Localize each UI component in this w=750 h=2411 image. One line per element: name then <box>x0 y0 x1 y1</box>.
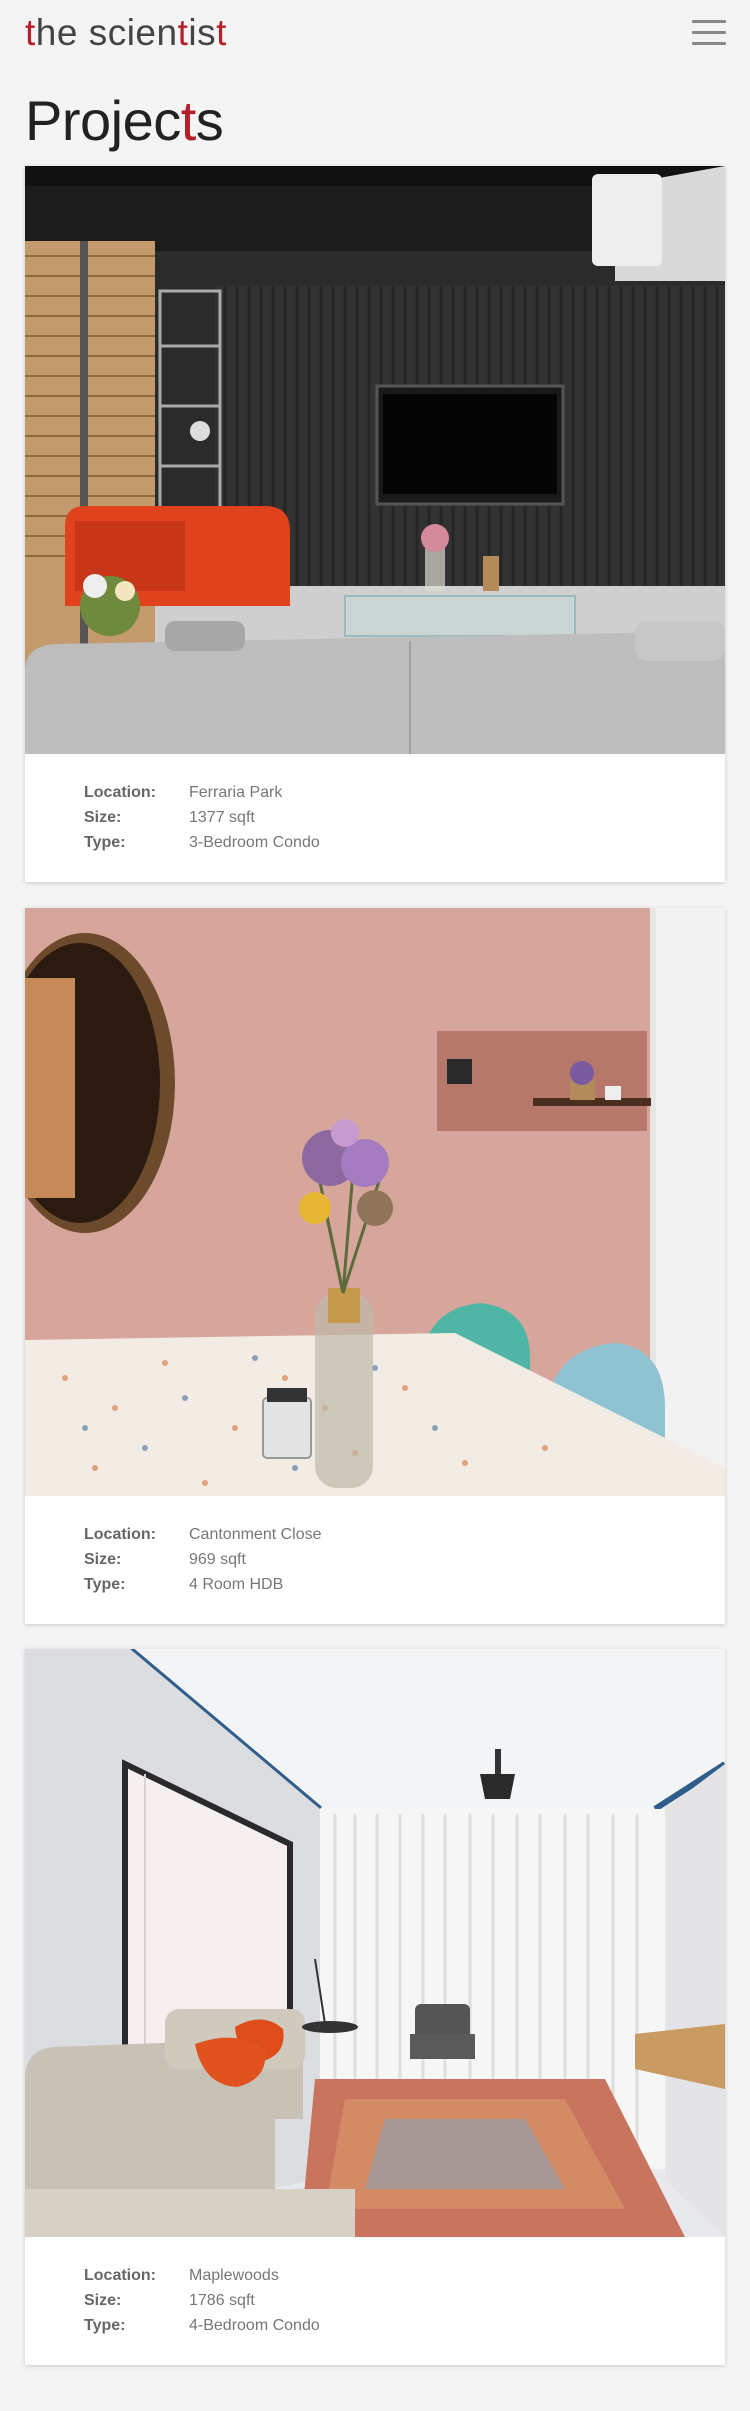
site-logo[interactable]: the scientist <box>25 12 227 54</box>
location-row: Location: Ferraria Park <box>84 780 725 805</box>
location-label: Location: <box>84 2267 156 2284</box>
size-label: Size: <box>84 2292 122 2309</box>
size-label: Size: <box>84 1551 122 1568</box>
project-card[interactable]: Location: Cantonment Close Size: 969 sqft … <box>25 908 725 1624</box>
size-label: Size: <box>84 809 122 826</box>
location-label: Location: <box>84 784 156 801</box>
project-photo-living-room-bright[interactable] <box>25 1649 725 2237</box>
size-value: 1377 sqft <box>189 809 255 826</box>
location-value: Cantonment Close <box>189 1526 322 1543</box>
project-photo-dining[interactable] <box>25 908 725 1496</box>
type-label: Type: <box>84 2317 126 2334</box>
location-label: Location: <box>84 1526 156 1543</box>
type-row: Type: 3-Bedroom Condo <box>84 830 725 855</box>
site-header: the scientist <box>0 0 750 80</box>
location-row: Location: Cantonment Close <box>84 1522 725 1547</box>
project-card[interactable]: Location: Ferraria Park Size: 1377 sqft Ty… <box>25 166 725 882</box>
logo-text: is <box>188 12 217 53</box>
type-label: Type: <box>84 1576 126 1593</box>
logo-text: he scien <box>35 12 178 53</box>
project-card[interactable]: Location: Maplewoods Size: 1786 sqft Type:… <box>25 1649 725 2365</box>
size-value: 1786 sqft <box>189 2292 255 2309</box>
project-photo-living-room[interactable] <box>25 166 725 754</box>
project-info: Location: Ferraria Park Size: 1377 sqft Ty… <box>25 754 725 882</box>
project-info: Location: Maplewoods Size: 1786 sqft Type:… <box>25 2237 725 2365</box>
location-row: Location: Maplewoods <box>84 2263 725 2288</box>
size-row: Size: 969 sqft <box>84 1547 725 1572</box>
size-value: 969 sqft <box>189 1551 246 1568</box>
size-row: Size: 1377 sqft <box>84 805 725 830</box>
type-label: Type: <box>84 834 126 851</box>
logo-letter: t <box>25 12 36 53</box>
location-value: Ferraria Park <box>189 784 283 801</box>
type-row: Type: 4-Bedroom Condo <box>84 2313 725 2338</box>
logo-letter: t <box>177 12 189 53</box>
size-row: Size: 1786 sqft <box>84 2288 725 2313</box>
project-info: Location: Cantonment Close Size: 969 sqft … <box>25 1496 725 1624</box>
logo-letter: t <box>216 12 227 53</box>
type-row: Type: 4 Room HDB <box>84 1572 725 1597</box>
page-title: Projects <box>25 89 224 152</box>
type-value: 4-Bedroom Condo <box>189 2317 320 2334</box>
hamburger-icon[interactable] <box>692 20 726 50</box>
location-value: Maplewoods <box>189 2267 279 2284</box>
type-value: 4 Room HDB <box>189 1576 284 1593</box>
type-value: 3-Bedroom Condo <box>189 834 320 851</box>
